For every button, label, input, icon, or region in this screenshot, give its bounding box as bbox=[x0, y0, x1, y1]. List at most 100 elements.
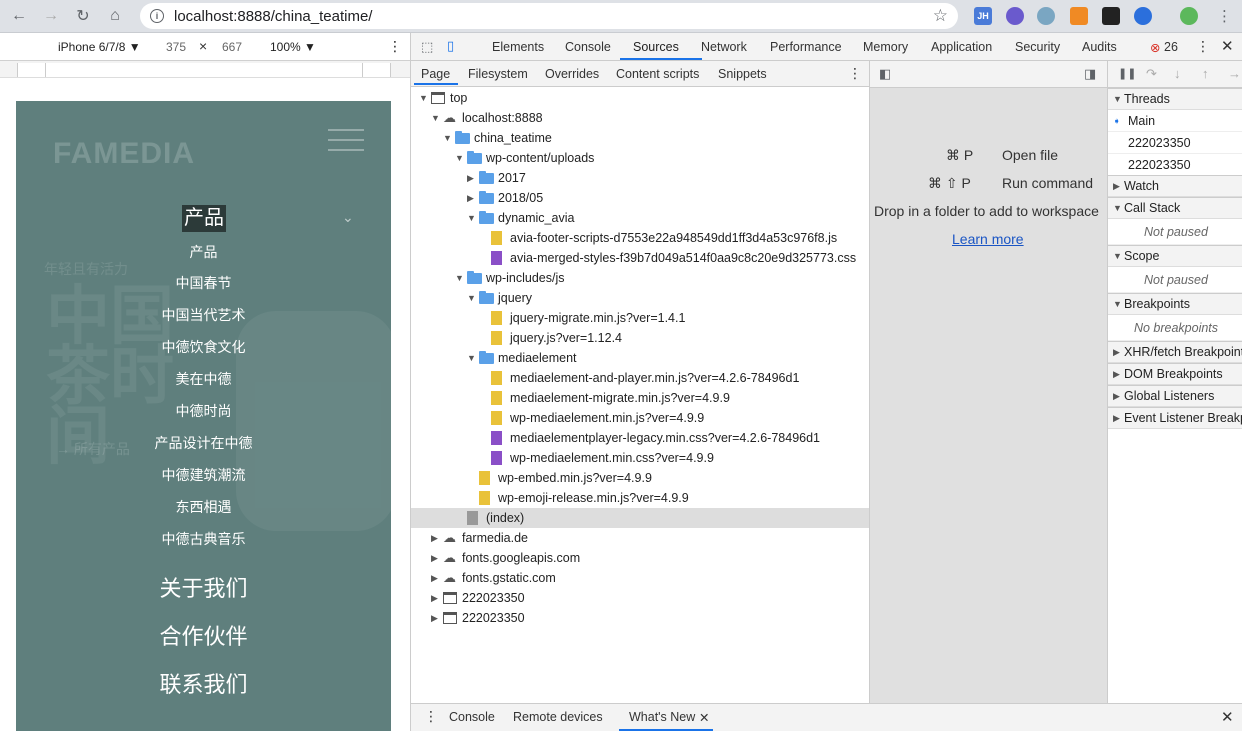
qr-code-icon[interactable] bbox=[1102, 7, 1120, 25]
reload-icon[interactable]: ↻ bbox=[68, 1, 98, 31]
tree-item[interactable]: mediaelementplayer-legacy.min.css?ver=4.… bbox=[411, 428, 869, 448]
expand-triangle-icon[interactable]: ▼ bbox=[431, 108, 440, 128]
expand-triangle-icon[interactable]: ▼ bbox=[467, 208, 476, 228]
tree-item[interactable]: ▶ ☁ fonts.googleapis.com bbox=[411, 548, 869, 568]
close-drawer-icon[interactable]: ✕ bbox=[1221, 708, 1234, 726]
menu-item[interactable]: 中国春节 bbox=[16, 273, 391, 293]
expand-triangle-icon[interactable]: ▼ bbox=[419, 88, 428, 108]
menu-partners[interactable]: 合作伙伴 bbox=[16, 619, 391, 651]
tree-item[interactable]: ▼ jquery bbox=[411, 288, 869, 308]
xhr-breakpoints-header[interactable]: ▶ XHR/fetch Breakpoints bbox=[1108, 341, 1242, 363]
collapse-triangle-icon[interactable]: ▶ bbox=[467, 188, 474, 208]
close-icon[interactable]: ✕ bbox=[1221, 37, 1234, 55]
step-icon[interactable]: → bbox=[1228, 66, 1241, 81]
site-logo[interactable]: FAMEDIA bbox=[53, 137, 195, 171]
device-height[interactable]: 667 bbox=[222, 40, 242, 54]
tab-page[interactable]: Page bbox=[421, 67, 450, 81]
drawer-tab-console[interactable]: Console bbox=[449, 710, 495, 724]
event-listener-breakpoints-header[interactable]: ▶ Event Listener Breakpoints bbox=[1108, 407, 1242, 429]
tree-item[interactable]: ▼ dynamic_avia bbox=[411, 208, 869, 228]
menu-item[interactable]: 中德饮食文化 bbox=[16, 337, 391, 357]
address-bar[interactable]: i localhost:8888/china_teatime/ ☆ bbox=[140, 3, 958, 29]
device-select[interactable]: iPhone 6/7/8 ▼ bbox=[58, 40, 141, 54]
zoom-select[interactable]: 100% ▼ bbox=[270, 40, 316, 54]
tree-item[interactable]: ▶ 2018/05 bbox=[411, 188, 869, 208]
pause-icon[interactable]: ❚❚ bbox=[1118, 67, 1136, 80]
collapse-triangle-icon[interactable]: ▶ bbox=[467, 168, 474, 188]
browser-menu-icon[interactable]: ⋮ bbox=[1217, 7, 1232, 25]
scope-header[interactable]: ▼ Scope bbox=[1108, 245, 1242, 267]
tree-item[interactable]: ▶ 2017 bbox=[411, 168, 869, 188]
tree-item[interactable]: (index) bbox=[411, 508, 869, 528]
forward-icon[interactable]: → bbox=[36, 1, 66, 31]
learn-more-link[interactable]: Learn more bbox=[952, 231, 1024, 247]
tab-security[interactable]: Security bbox=[1015, 40, 1060, 54]
extension-blue-icon[interactable] bbox=[1134, 7, 1152, 25]
thread-item[interactable]: 222023350 bbox=[1108, 154, 1242, 176]
collapse-triangle-icon[interactable]: ▶ bbox=[431, 608, 438, 628]
expand-triangle-icon[interactable]: ▼ bbox=[455, 148, 464, 168]
menu-item[interactable]: 中德建筑潮流 bbox=[16, 465, 391, 485]
star-icon[interactable]: ☆ bbox=[933, 6, 948, 26]
menu-item[interactable]: 美在中德 bbox=[16, 369, 391, 389]
tab-sources[interactable]: Sources bbox=[633, 40, 679, 54]
tab-elements[interactable]: Elements bbox=[492, 40, 544, 54]
extension-orange-icon[interactable] bbox=[1070, 7, 1088, 25]
expand-triangle-icon[interactable]: ▼ bbox=[443, 128, 452, 148]
expand-triangle-icon[interactable]: ▼ bbox=[467, 288, 476, 308]
call-stack-header[interactable]: ▼ Call Stack bbox=[1108, 197, 1242, 219]
tab-application[interactable]: Application bbox=[931, 40, 992, 54]
back-icon[interactable]: ← bbox=[4, 1, 34, 31]
thread-main[interactable]: ➧ Main bbox=[1108, 110, 1242, 132]
toggle-debugger-icon[interactable]: ◨ bbox=[1084, 66, 1096, 82]
tree-item[interactable]: ▼ ☁ localhost:8888 bbox=[411, 108, 869, 128]
tree-item[interactable]: ▶ ☁ fonts.gstatic.com bbox=[411, 568, 869, 588]
menu-item[interactable]: 产品 bbox=[16, 242, 391, 262]
device-toggle-icon[interactable]: ▯ bbox=[447, 38, 454, 54]
tree-item[interactable]: wp-mediaelement.min.js?ver=4.9.9 bbox=[411, 408, 869, 428]
device-width[interactable]: 375 bbox=[166, 40, 186, 54]
tab-overrides[interactable]: Overrides bbox=[545, 67, 599, 81]
menu-item[interactable]: 中国当代艺术 bbox=[16, 305, 391, 325]
tree-item[interactable]: ▼ wp-content/uploads bbox=[411, 148, 869, 168]
collapse-triangle-icon[interactable]: ▶ bbox=[431, 548, 438, 568]
tree-item[interactable]: ▼ top bbox=[411, 88, 869, 108]
extension-circle-icon[interactable] bbox=[1006, 7, 1024, 25]
toggle-navigator-icon[interactable]: ◧ bbox=[879, 66, 891, 82]
device-more-icon[interactable]: ⋮ bbox=[388, 38, 402, 55]
tab-filesystem[interactable]: Filesystem bbox=[468, 67, 528, 81]
tree-item[interactable]: mediaelement-migrate.min.js?ver=4.9.9 bbox=[411, 388, 869, 408]
collapse-triangle-icon[interactable]: ▶ bbox=[431, 588, 438, 608]
tree-item[interactable]: ▶ ☁ farmedia.de bbox=[411, 528, 869, 548]
navigator-more-icon[interactable]: ⋮ bbox=[848, 65, 862, 82]
tab-audits[interactable]: Audits bbox=[1082, 40, 1117, 54]
url-text[interactable]: localhost:8888/china_teatime/ bbox=[174, 8, 372, 25]
menu-item[interactable]: 中德时尚 bbox=[16, 401, 391, 421]
step-into-icon[interactable]: ↓ bbox=[1174, 66, 1181, 81]
tab-console[interactable]: Console bbox=[565, 40, 611, 54]
menu-contact-us[interactable]: 联系我们 bbox=[16, 667, 391, 699]
menu-item[interactable]: 中德古典音乐 bbox=[16, 529, 391, 549]
tree-item[interactable]: jquery-migrate.min.js?ver=1.4.1 bbox=[411, 308, 869, 328]
collapse-triangle-icon[interactable]: ▶ bbox=[431, 528, 438, 548]
tree-item[interactable]: ▼ wp-includes/js bbox=[411, 268, 869, 288]
tree-item[interactable]: ▼ china_teatime bbox=[411, 128, 869, 148]
error-icon[interactable]: ⊗ bbox=[1150, 40, 1160, 55]
inspect-element-icon[interactable]: ⬚ bbox=[421, 39, 433, 55]
tab-memory[interactable]: Memory bbox=[863, 40, 908, 54]
collapse-triangle-icon[interactable]: ▶ bbox=[431, 568, 438, 588]
expand-triangle-icon[interactable]: ▼ bbox=[455, 268, 464, 288]
tree-item[interactable]: ▶ 222023350 bbox=[411, 608, 869, 628]
extension-jh-icon[interactable]: JH bbox=[974, 7, 992, 25]
react-devtools-icon[interactable] bbox=[1037, 7, 1055, 25]
devtools-menu-icon[interactable]: ⋮ bbox=[1196, 38, 1210, 55]
menu-products-heading[interactable]: 产品 bbox=[182, 205, 226, 232]
chevron-down-icon[interactable]: ⌄ bbox=[342, 209, 354, 226]
tree-item[interactable]: avia-footer-scripts-d7553e22a948549dd1ff… bbox=[411, 228, 869, 248]
home-icon[interactable]: ⌂ bbox=[100, 1, 130, 31]
menu-about-us[interactable]: 关于我们 bbox=[16, 571, 391, 603]
menu-item[interactable]: 产品设计在中德 bbox=[16, 433, 391, 453]
close-tab-icon[interactable]: ✕ bbox=[699, 710, 709, 725]
tab-content-scripts[interactable]: Content scripts bbox=[616, 67, 699, 81]
tree-item[interactable]: ▶ 222023350 bbox=[411, 588, 869, 608]
